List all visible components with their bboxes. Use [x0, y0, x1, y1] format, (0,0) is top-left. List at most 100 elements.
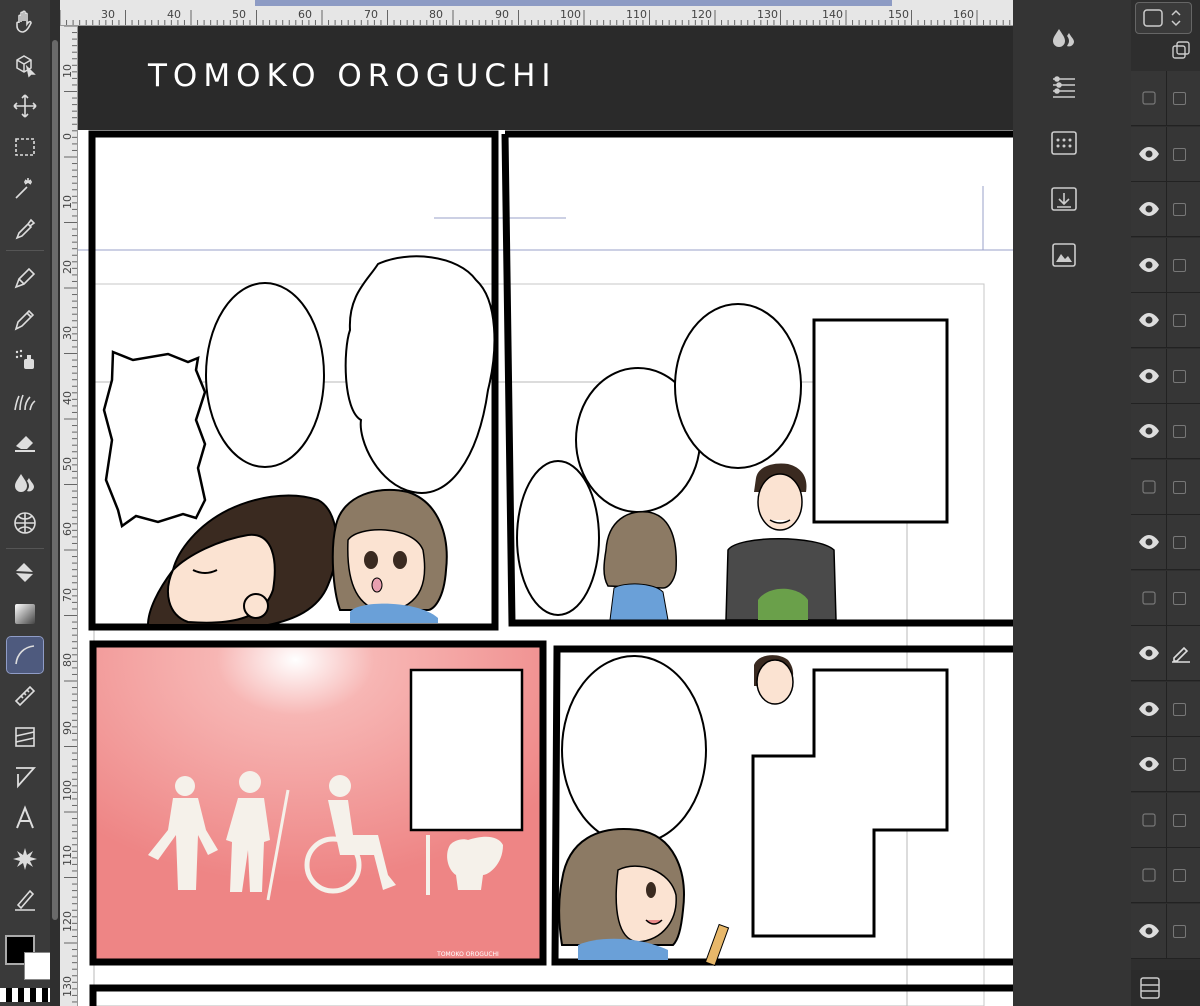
eye-icon[interactable]: [1137, 308, 1161, 332]
jagged-balloon[interactable]: [102, 350, 207, 529]
eye-icon[interactable]: [1137, 142, 1161, 166]
layer-lock-checkbox[interactable]: [1173, 480, 1186, 494]
panel-4[interactable]: [551, 645, 1013, 967]
eye-icon[interactable]: [1137, 641, 1161, 665]
gradient-icon[interactable]: [7, 596, 43, 632]
visibility-checkbox[interactable]: [1137, 475, 1161, 499]
layer-row[interactable]: [1131, 681, 1200, 737]
brush-size-icon[interactable]: [1049, 24, 1079, 54]
layer-lock-checkbox[interactable]: [1173, 147, 1186, 161]
layer-lock-checkbox[interactable]: [1173, 591, 1186, 605]
layer-lock-checkbox[interactable]: [1173, 869, 1186, 882]
layer-row[interactable]: [1131, 182, 1200, 237]
tool-property-icon[interactable]: [1049, 0, 1079, 22]
eye-icon[interactable]: [1137, 364, 1161, 388]
speech-balloon[interactable]: [561, 655, 707, 845]
object-icon[interactable]: [7, 47, 43, 83]
eye-icon[interactable]: [1137, 419, 1161, 443]
selection-icon[interactable]: [7, 129, 43, 165]
speech-balloon[interactable]: [674, 303, 802, 469]
balloon-icon[interactable]: [7, 759, 43, 795]
layer-copy-icon[interactable]: [1171, 40, 1191, 60]
visibility-checkbox[interactable]: [1137, 86, 1161, 110]
panel-2[interactable]: [501, 130, 1013, 627]
caption-box[interactable]: [409, 668, 524, 832]
layer-row[interactable]: [1131, 404, 1200, 459]
grid-icon[interactable]: [7, 505, 43, 541]
layer-row[interactable]: [1131, 792, 1200, 848]
eye-icon[interactable]: [1137, 697, 1161, 721]
sub-tool-icon[interactable]: [1049, 73, 1079, 103]
text-icon[interactable]: [7, 800, 43, 836]
figure-icon[interactable]: [6, 636, 44, 674]
ruler-icon[interactable]: [7, 678, 43, 714]
move-icon[interactable]: [7, 88, 43, 124]
correct-line-icon[interactable]: [7, 882, 43, 918]
burst-icon[interactable]: [7, 841, 43, 877]
speech-balloon[interactable]: [344, 255, 496, 494]
layer-lock-checkbox[interactable]: [1173, 924, 1186, 938]
import-icon[interactable]: [1049, 184, 1079, 214]
manga-page[interactable]: TOMOKO OROGUCHI: [78, 130, 1013, 1006]
layer-lock-checkbox[interactable]: [1173, 813, 1186, 827]
visibility-checkbox[interactable]: [1137, 863, 1161, 887]
layer-row[interactable]: [1131, 903, 1200, 959]
toolbar-scrollbar[interactable]: [50, 0, 60, 1006]
eyedropper-icon[interactable]: [7, 211, 43, 247]
eraser-icon[interactable]: [7, 424, 43, 460]
eye-icon[interactable]: [1137, 919, 1161, 943]
panel-3-signage[interactable]: TOMOKO OROGUCHI: [89, 640, 547, 966]
layer-list-icon[interactable]: [1131, 970, 1200, 1006]
fill-icon[interactable]: [7, 555, 43, 591]
visibility-checkbox[interactable]: [1137, 586, 1161, 610]
layer-lock-checkbox[interactable]: [1173, 92, 1186, 105]
material-icon[interactable]: [1049, 128, 1079, 158]
hand-icon[interactable]: [7, 4, 43, 40]
visibility-checkbox[interactable]: [1137, 808, 1161, 832]
navigator-icon[interactable]: [1049, 240, 1079, 270]
pen-icon[interactable]: [7, 260, 43, 296]
layer-lock-checkbox[interactable]: [1173, 203, 1186, 216]
scrollbar-thumb[interactable]: [52, 40, 58, 920]
ruler-label: 160: [953, 8, 974, 21]
transparent-color-swatch[interactable]: [0, 988, 50, 1002]
layer-row[interactable]: [1131, 293, 1200, 348]
layer-lock-checkbox[interactable]: [1173, 536, 1186, 549]
caption-box[interactable]: [812, 318, 949, 524]
magic-wand-icon[interactable]: [7, 170, 43, 206]
pencil-icon[interactable]: [7, 302, 43, 338]
caption-box-l-shaped[interactable]: [751, 668, 949, 938]
eye-icon[interactable]: [1137, 752, 1161, 776]
layer-row[interactable]: [1131, 126, 1200, 182]
eye-icon[interactable]: [1137, 197, 1161, 221]
layer-lock-checkbox[interactable]: [1173, 314, 1186, 327]
layer-lock-checkbox[interactable]: [1173, 258, 1186, 272]
sub-color-swatch[interactable]: [24, 952, 52, 980]
speech-balloon[interactable]: [205, 282, 325, 468]
panel-1[interactable]: [88, 130, 499, 631]
decoration-icon[interactable]: [7, 383, 43, 419]
airbrush-icon[interactable]: [7, 342, 43, 378]
layer-lock-checkbox[interactable]: [1173, 369, 1186, 383]
ruler-label: 80: [61, 653, 74, 667]
layer-row[interactable]: [1131, 848, 1200, 903]
blend-icon[interactable]: [7, 465, 43, 501]
layer-row[interactable]: [1131, 71, 1200, 126]
layer-row[interactable]: [1131, 570, 1200, 626]
layer-row[interactable]: [1131, 459, 1200, 515]
tool-palette: [0, 0, 52, 1006]
layer-lock-checkbox[interactable]: [1173, 702, 1186, 716]
layer-lock-checkbox[interactable]: [1173, 758, 1186, 771]
frame-border-icon[interactable]: [7, 719, 43, 755]
layer-row[interactable]: [1131, 737, 1200, 792]
layer-row[interactable]: [1131, 515, 1200, 570]
layer-lock-checkbox[interactable]: [1173, 425, 1186, 438]
layer-mode-select[interactable]: [1135, 2, 1192, 34]
eye-icon[interactable]: [1137, 530, 1161, 554]
layer-row[interactable]: [1131, 626, 1200, 681]
layer-row[interactable]: [1131, 237, 1200, 293]
eye-icon[interactable]: [1137, 253, 1161, 277]
speech-balloon[interactable]: [516, 460, 600, 616]
layer-row[interactable]: [1131, 348, 1200, 404]
drawing-canvas[interactable]: TOMOKO OROGUCHI TOMOKO OROGUCHI: [78, 26, 1013, 1006]
